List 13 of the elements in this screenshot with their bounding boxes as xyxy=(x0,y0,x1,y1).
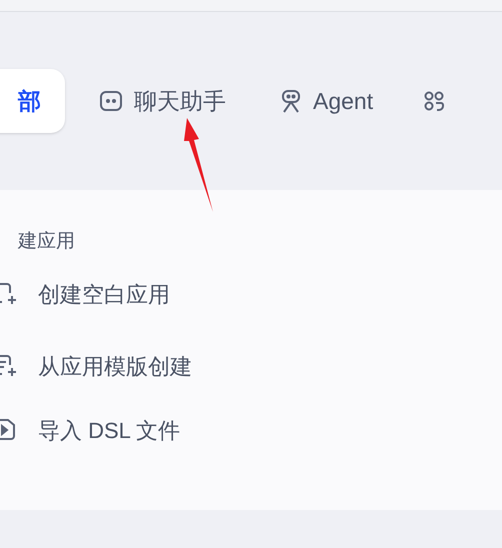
create-option[interactable]: 创建空白应用 xyxy=(0,272,170,316)
nodes-icon xyxy=(423,90,446,112)
category-tab[interactable]: 部 xyxy=(0,69,65,133)
import-icon xyxy=(0,418,18,442)
robot-icon xyxy=(280,89,302,113)
add-template-icon xyxy=(0,354,18,378)
section-title: 建应用 xyxy=(16,230,76,254)
category-tab[interactable]: Agent xyxy=(256,69,398,133)
chat-icon xyxy=(99,90,123,112)
create-option[interactable]: 导入 DSL 文件 xyxy=(0,408,180,452)
create-option[interactable]: 从应用模版创建 xyxy=(0,344,192,388)
add-file-icon xyxy=(0,282,18,306)
category-tab[interactable]: 聊天助手 xyxy=(75,69,250,133)
